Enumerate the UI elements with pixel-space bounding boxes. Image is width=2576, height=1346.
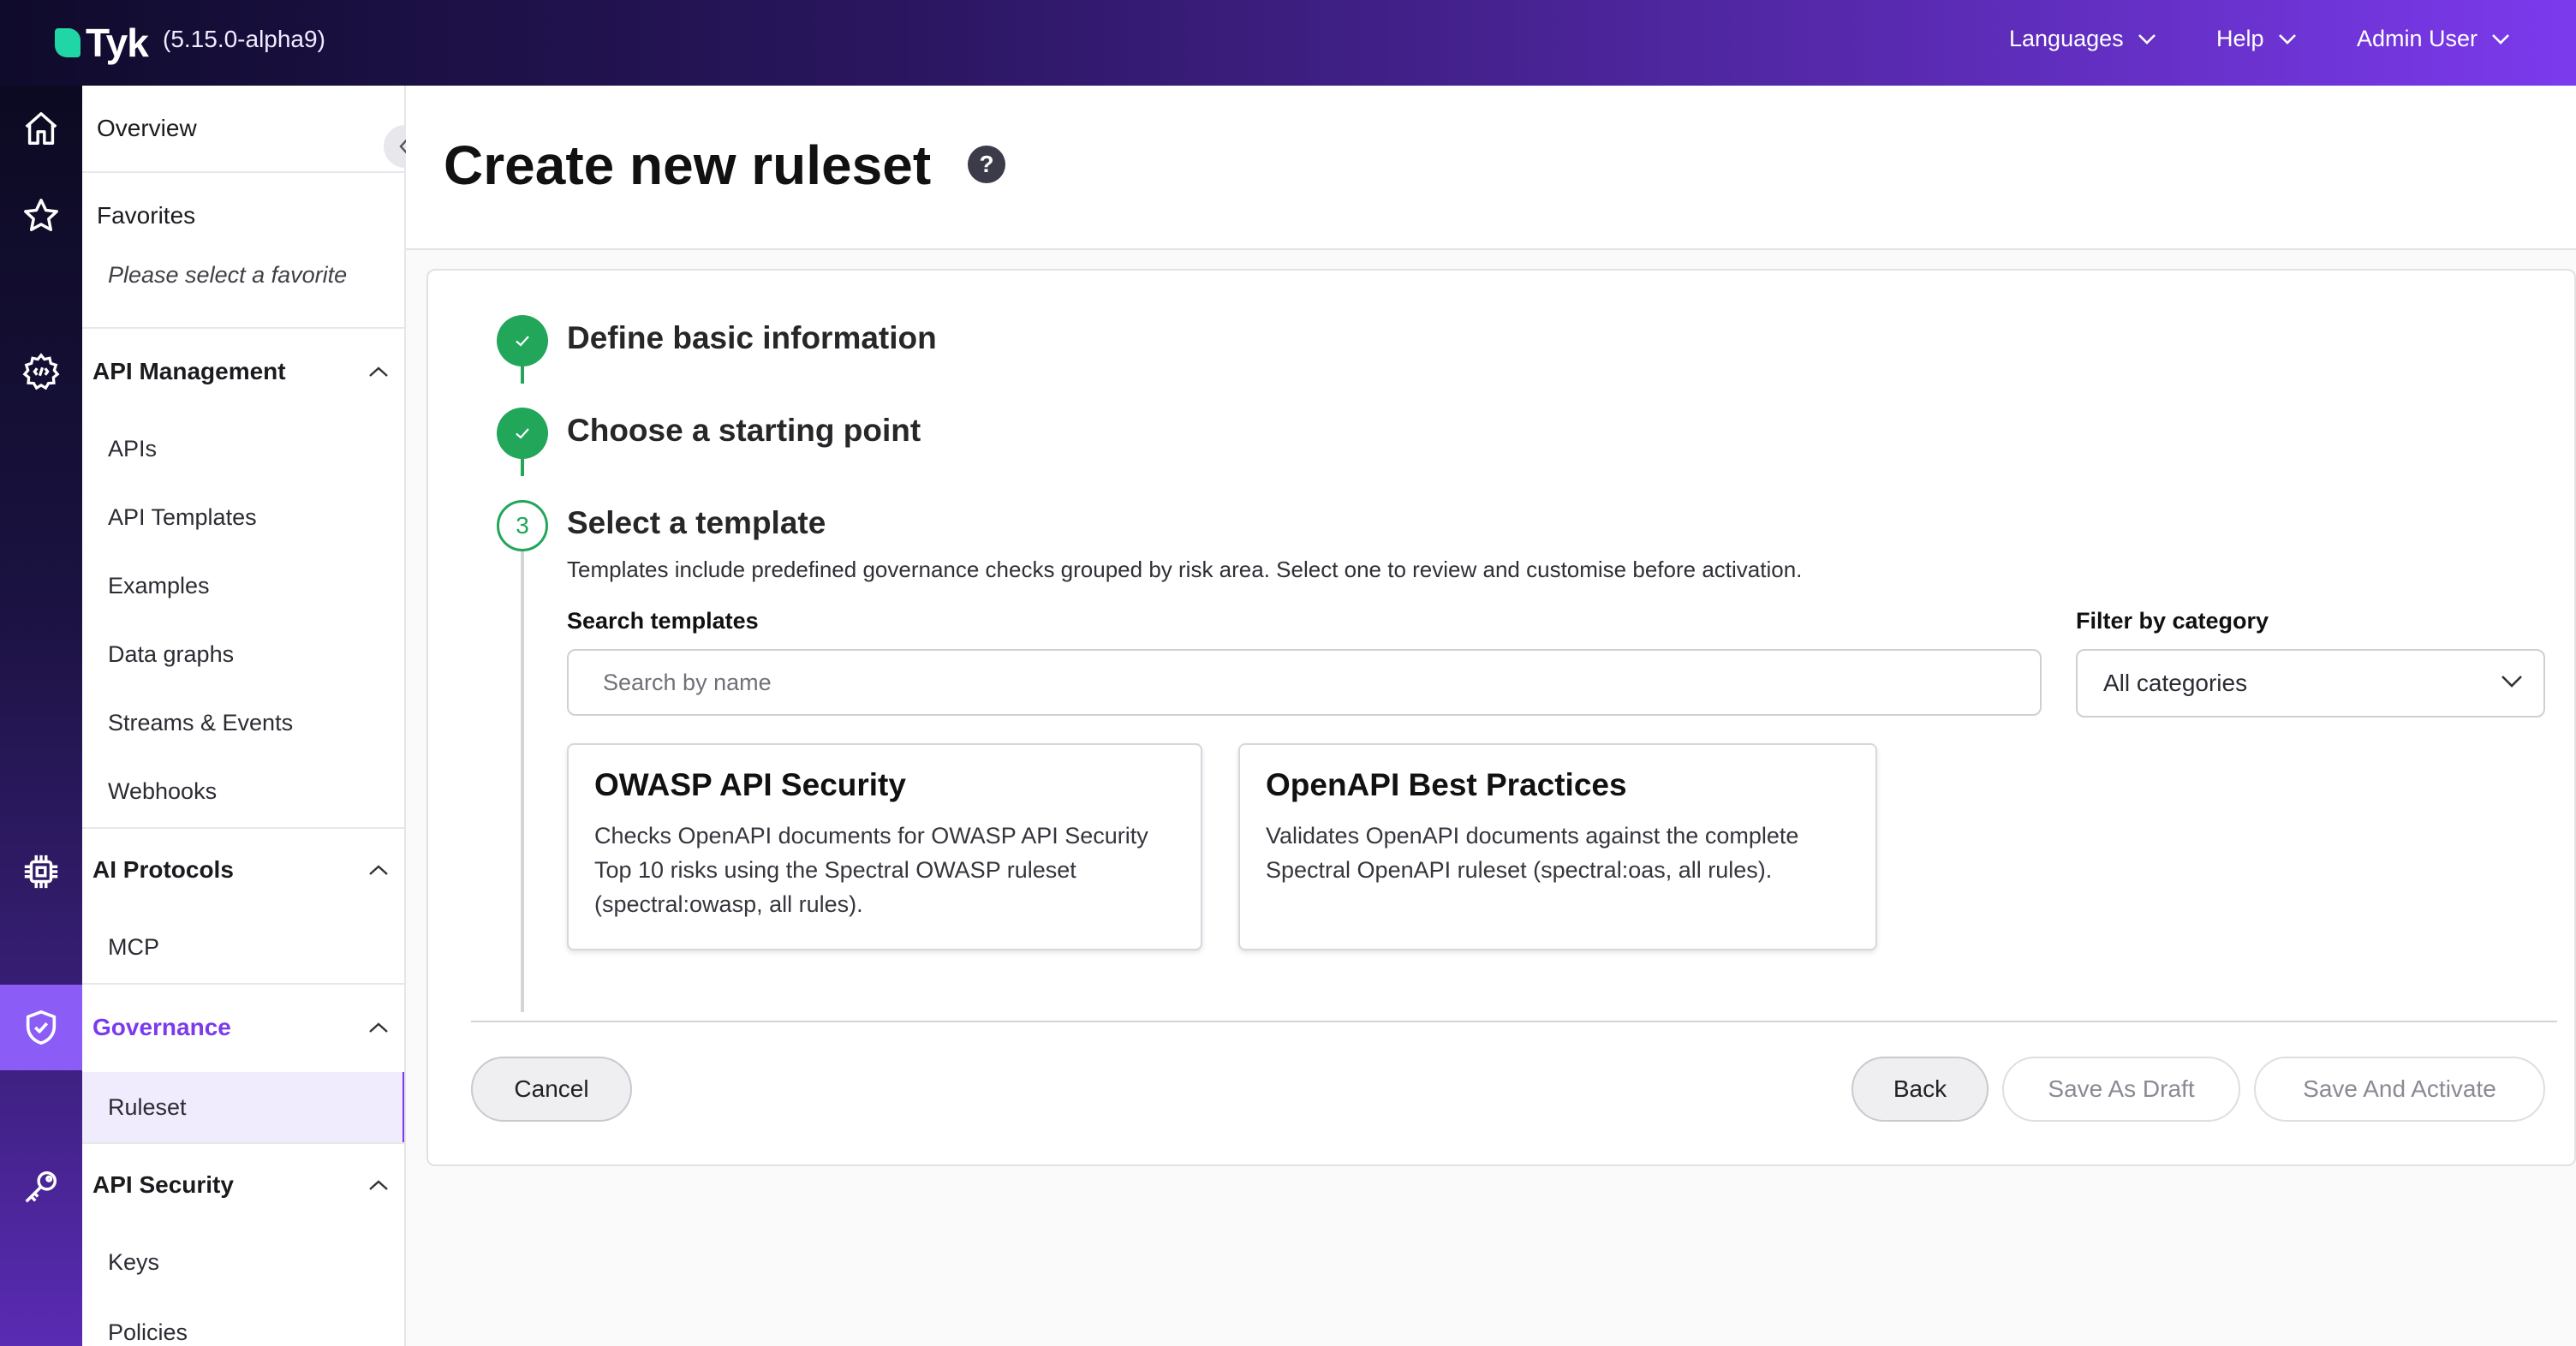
sidebar-item-label: Favorites xyxy=(97,202,196,229)
cancel-button[interactable]: Cancel xyxy=(471,1057,632,1122)
sidebar-item-label: Streams & Events xyxy=(108,709,294,736)
chevron-down-icon xyxy=(2278,33,2296,45)
sidebar-item-examples[interactable]: Examples xyxy=(82,551,404,620)
template-card-openapi[interactable]: OpenAPI Best Practices Validates OpenAPI… xyxy=(1238,743,1877,950)
help-icon[interactable]: ? xyxy=(968,146,1005,183)
favorites-placeholder: Please select a favorite xyxy=(82,248,404,301)
section-label: API Security xyxy=(92,1171,234,1198)
wizard-card: Define basic information Choose a starti… xyxy=(426,269,2576,1166)
main-content: Create new ruleset ? Define basic inform… xyxy=(406,86,2576,1346)
sidebar-item-label: Keys xyxy=(108,1248,160,1275)
sidebar-item-label: Ruleset xyxy=(108,1093,187,1120)
step-description: Templates include predefined governance … xyxy=(567,557,1803,582)
sidebar-item-favorites[interactable]: Favorites xyxy=(82,173,404,259)
icon-rail xyxy=(0,86,82,1346)
step-2-title[interactable]: Choose a starting point xyxy=(567,413,921,449)
chevron-up-icon xyxy=(369,1180,388,1190)
chevron-down-icon xyxy=(2492,33,2509,45)
rail-ai-protocols[interactable] xyxy=(0,829,82,914)
step-3-title: Select a template xyxy=(567,505,826,540)
sidebar-section-api-security[interactable]: API Security xyxy=(82,1144,404,1226)
logo-text: Tyk xyxy=(86,21,149,65)
sidebar-item-keys[interactable]: Keys xyxy=(82,1226,404,1298)
rail-home[interactable] xyxy=(0,86,82,171)
section-label: API Management xyxy=(92,358,286,384)
step-1-title[interactable]: Define basic information xyxy=(567,320,937,356)
chevron-down-icon xyxy=(2501,676,2522,688)
chevron-up-icon xyxy=(369,865,388,875)
template-title: OpenAPI Best Practices xyxy=(1266,767,1627,802)
user-menu[interactable]: Admin User xyxy=(2357,26,2510,52)
sidebar-item-streams-events[interactable]: Streams & Events xyxy=(82,688,404,757)
section-label: AI Protocols xyxy=(92,856,234,883)
tyk-logo[interactable]: Tyk xyxy=(55,21,149,65)
sidebar-item-label: APIs xyxy=(108,435,158,462)
page-header: Create new ruleset ? xyxy=(406,86,2576,250)
card-divider xyxy=(471,1021,2557,1022)
sidebar-item-label: Data graphs xyxy=(108,640,235,667)
version-label: (5.15.0-alpha9) xyxy=(163,26,325,52)
page-title: Create new ruleset xyxy=(444,134,932,196)
sidebar-section-ai-protocols[interactable]: AI Protocols xyxy=(82,829,404,911)
template-card-owasp[interactable]: OWASP API Security Checks OpenAPI docume… xyxy=(567,743,1202,950)
sidebar-item-label: MCP xyxy=(108,933,159,960)
check-icon xyxy=(516,336,529,347)
help-label: Help xyxy=(2216,26,2264,51)
key-icon xyxy=(25,1170,57,1203)
sidebar-section-api-management[interactable]: API Management xyxy=(82,329,404,414)
sidebar-item-webhooks[interactable]: Webhooks xyxy=(82,757,404,825)
chevron-up-icon xyxy=(369,366,388,377)
template-search-input[interactable] xyxy=(567,649,2042,716)
home-icon xyxy=(25,112,57,145)
step-3-indicator: 3 xyxy=(497,500,548,551)
user-label: Admin User xyxy=(2357,26,2478,51)
sidebar-section-governance[interactable]: Governance xyxy=(82,985,404,1070)
filter-label: Filter by category xyxy=(2076,608,2269,634)
languages-menu[interactable]: Languages xyxy=(2009,26,2156,52)
sidebar-item-overview[interactable]: Overview xyxy=(82,86,404,171)
favorites-placeholder-text: Please select a favorite xyxy=(108,261,348,288)
chip-icon xyxy=(24,855,58,889)
step-connector xyxy=(521,527,524,1012)
help-menu[interactable]: Help xyxy=(2216,26,2297,52)
sidebar-item-label: API Templates xyxy=(108,503,257,530)
sidebar-item-label: Overview xyxy=(97,115,197,141)
selected-category: All categories xyxy=(2103,670,2248,696)
template-description: Validates OpenAPI documents against the … xyxy=(1266,823,1799,883)
sidebar-item-apis[interactable]: APIs xyxy=(82,414,404,483)
rail-api-security[interactable] xyxy=(0,1144,82,1230)
languages-label: Languages xyxy=(2009,26,2124,51)
back-button[interactable]: Back xyxy=(1852,1057,1989,1122)
sidebar-item-api-templates[interactable]: API Templates xyxy=(82,483,404,551)
sidebar-item-policies[interactable]: Policies xyxy=(82,1298,404,1346)
chevron-down-icon xyxy=(2138,33,2156,45)
chevron-up-icon xyxy=(369,1022,388,1033)
search-label: Search templates xyxy=(567,608,759,634)
star-icon xyxy=(24,199,58,232)
check-icon xyxy=(516,428,529,439)
template-title: OWASP API Security xyxy=(594,767,906,802)
template-description: Checks OpenAPI documents for OWASP API S… xyxy=(594,823,1148,917)
rail-governance[interactable] xyxy=(0,985,82,1070)
category-filter-select[interactable]: All categories xyxy=(2076,649,2545,718)
sidebar-item-data-graphs[interactable]: Data graphs xyxy=(82,620,404,688)
rail-favorites[interactable] xyxy=(0,173,82,259)
sidebar-item-mcp[interactable]: MCP xyxy=(82,911,404,983)
sidebar-item-label: Webhooks xyxy=(108,777,218,804)
sidebar-item-label: Policies xyxy=(108,1319,188,1345)
section-label: Governance xyxy=(92,1014,231,1040)
rail-api-management[interactable] xyxy=(0,329,82,414)
sidebar-item-label: Examples xyxy=(108,572,210,599)
step-1-complete xyxy=(497,315,548,366)
save-draft-button[interactable]: Save As Draft xyxy=(2002,1057,2240,1122)
api-gear-icon xyxy=(22,353,60,390)
step-2-complete xyxy=(497,408,548,459)
top-bar: Tyk (5.15.0-alpha9) Languages Help Admin… xyxy=(0,0,2576,86)
save-activate-button[interactable]: Save And Activate xyxy=(2254,1057,2545,1122)
sidebar-item-ruleset[interactable]: Ruleset xyxy=(82,1072,404,1142)
sidebar: Overview Favorites Please select a favor… xyxy=(82,86,406,1346)
tyk-logo-mark xyxy=(55,28,80,57)
shield-check-icon xyxy=(26,1010,57,1045)
